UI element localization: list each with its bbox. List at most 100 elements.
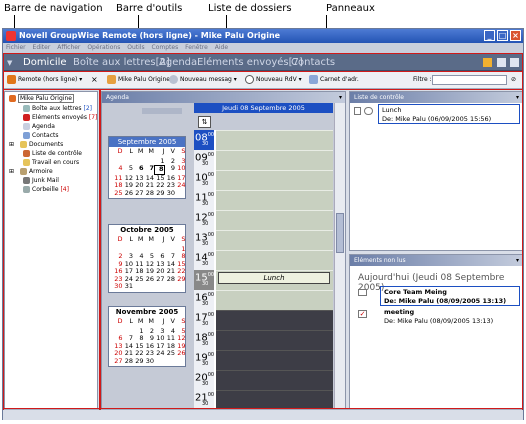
calendar-day[interactable]: 26	[144, 275, 154, 284]
contacts-icon	[23, 132, 30, 139]
time-slot[interactable]	[216, 190, 333, 210]
folder-work-in-progress[interactable]: Travail en cours	[23, 159, 79, 167]
menu-help[interactable]: Aide	[215, 44, 228, 51]
calendar-day[interactable]: 29	[133, 357, 143, 366]
filter-icon[interactable]: ⊘	[511, 71, 516, 89]
tab-contacts[interactable]: Contacts	[291, 57, 335, 69]
tab-sent-items[interactable]: Eléments envoyés[7]	[197, 57, 303, 69]
time-slot[interactable]	[216, 310, 333, 330]
folder-checklist[interactable]: Liste de contrôle	[23, 150, 82, 158]
calendar-day[interactable]: 24	[175, 181, 185, 190]
nav-dropdown-icon[interactable]: ▼	[7, 57, 12, 69]
panel-menu-icon[interactable]: ▾	[339, 92, 342, 103]
address-book-button[interactable]: Carnet d'adr.	[309, 71, 359, 89]
menu-accounts[interactable]: Comptes	[152, 44, 179, 51]
folder-contacts[interactable]: Contacts	[23, 132, 58, 140]
time-slot[interactable]	[216, 150, 333, 170]
folder-calendar[interactable]: Agenda	[23, 123, 55, 131]
calendar-day[interactable]: 25	[165, 349, 175, 358]
calendar-day[interactable]: 27	[133, 189, 143, 198]
hour-row[interactable]: 2100 30	[194, 390, 333, 410]
filter-input[interactable]	[432, 75, 507, 85]
maximize-button[interactable]: □	[497, 30, 508, 41]
calendar-event[interactable]: Lunch	[218, 272, 330, 284]
hour-row[interactable]: 1800 30	[194, 330, 333, 350]
close-button[interactable]: ×	[510, 30, 521, 41]
menu-view[interactable]: Afficher	[57, 44, 80, 51]
owner-button[interactable]: Mike Palu Origine	[107, 71, 170, 89]
calendar-day[interactable]: 28	[165, 275, 175, 284]
agenda-scrollbar[interactable]	[334, 103, 345, 409]
panel-menu-icon[interactable]: ▾	[516, 92, 519, 103]
folder-sent-items[interactable]: Eléments envoyés [7]	[23, 114, 97, 122]
today-button[interactable]: ⇅	[198, 116, 211, 128]
folder-mailbox[interactable]: Boîte aux lettres [2]	[23, 105, 92, 113]
minimize-button[interactable]: _	[484, 30, 495, 41]
hour-row[interactable]: 0900 30	[194, 150, 333, 170]
hour-row[interactable]: 1200 30	[194, 210, 333, 230]
time-slot[interactable]	[216, 290, 333, 310]
hour-row[interactable]: 1500 30 Lunch	[194, 270, 333, 290]
hour-label: 1700 30	[194, 310, 214, 330]
hour-row[interactable]: 1600 30	[194, 290, 333, 310]
calendar-day[interactable]: 25	[112, 189, 122, 198]
notify-icon[interactable]	[483, 58, 492, 67]
time-slot[interactable]	[216, 390, 333, 410]
checkbox[interactable]	[354, 107, 361, 115]
close-icon[interactable]: ×	[91, 71, 98, 89]
time-slot[interactable]	[216, 170, 333, 190]
menu-actions[interactable]: Opérations	[87, 44, 120, 51]
time-slot[interactable]	[216, 230, 333, 250]
checklist-item[interactable]: Lunch De: Mike Palu (06/09/2005 15:56)	[378, 104, 520, 124]
calendar-day[interactable]: 30	[112, 282, 122, 291]
tab-mailbox[interactable]: Boîte aux lettres[2]	[73, 57, 170, 69]
time-slot[interactable]	[216, 250, 333, 270]
tab-calendar[interactable]: Agenda	[159, 57, 197, 69]
unread-item[interactable]: Core Team Meing De: Mike Palu (08/09/200…	[380, 286, 520, 306]
time-slot[interactable]	[216, 370, 333, 390]
calendar-day[interactable]: 27	[112, 357, 122, 366]
hour-row[interactable]: 1900 30	[194, 350, 333, 370]
folder-junk-mail[interactable]: Junk Mail	[23, 177, 59, 185]
time-slot[interactable]	[216, 130, 333, 150]
calendar-day[interactable]: 27	[154, 275, 164, 284]
calendar-day[interactable]: 26	[175, 349, 185, 358]
hour-row[interactable]: 1400 30	[194, 250, 333, 270]
calendar-day[interactable]: 30	[165, 189, 175, 198]
menu-tools[interactable]: Outils	[127, 44, 144, 51]
time-slot[interactable]	[216, 350, 333, 370]
list-view-icon[interactable]	[510, 58, 519, 67]
hour-row[interactable]: 1000 30	[194, 170, 333, 190]
calendar-day[interactable]: 25	[133, 275, 143, 284]
hour-row[interactable]: 1300 30	[194, 230, 333, 250]
calendar-day[interactable]: 29	[154, 189, 164, 198]
unread-item[interactable]: meeting De: Mike Palu (08/09/2005 13:13)	[384, 308, 493, 326]
panel-menu-icon[interactable]: ▾	[516, 255, 519, 266]
folder-documents[interactable]: ⊞ Documents	[9, 141, 63, 149]
calendar-day[interactable]: 30	[144, 357, 154, 366]
calendar-day[interactable]: 28	[144, 189, 154, 198]
folder-trash[interactable]: Corbeille [4]	[23, 186, 69, 194]
layout-icon[interactable]	[497, 58, 506, 67]
menu-edit[interactable]: Editer	[33, 44, 51, 51]
calendar-day[interactable]: 26	[123, 189, 133, 198]
hour-row[interactable]: 0800 30	[194, 130, 333, 150]
folder-root[interactable]: Mike Palu Origine	[9, 94, 74, 103]
calendar-day[interactable]: 28	[123, 357, 133, 366]
tab-home[interactable]: Domicile	[23, 57, 67, 69]
time-slot[interactable]	[216, 330, 333, 350]
hour-row[interactable]: 2000 30	[194, 370, 333, 390]
time-slot[interactable]	[216, 210, 333, 230]
hour-row[interactable]: 1100 30	[194, 190, 333, 210]
menu-window[interactable]: Fenêtre	[185, 44, 208, 51]
new-message-button[interactable]: Nouveau messag ▾	[169, 71, 237, 89]
calendar-day[interactable]: 29	[175, 275, 185, 284]
menu-file[interactable]: Fichier	[6, 44, 26, 51]
new-appointment-button[interactable]: Nouveau RdV ▾	[245, 71, 302, 89]
calendar-day[interactable]: 24	[154, 349, 164, 358]
folder-cabinet[interactable]: ⊞ Armoire	[9, 168, 53, 176]
calendar-day[interactable]: 1	[154, 157, 164, 166]
hour-row[interactable]: 1700 30	[194, 310, 333, 330]
calendar-day[interactable]: 31	[123, 282, 133, 291]
mode-button[interactable]: Remote (hors ligne) ▾	[7, 71, 82, 89]
